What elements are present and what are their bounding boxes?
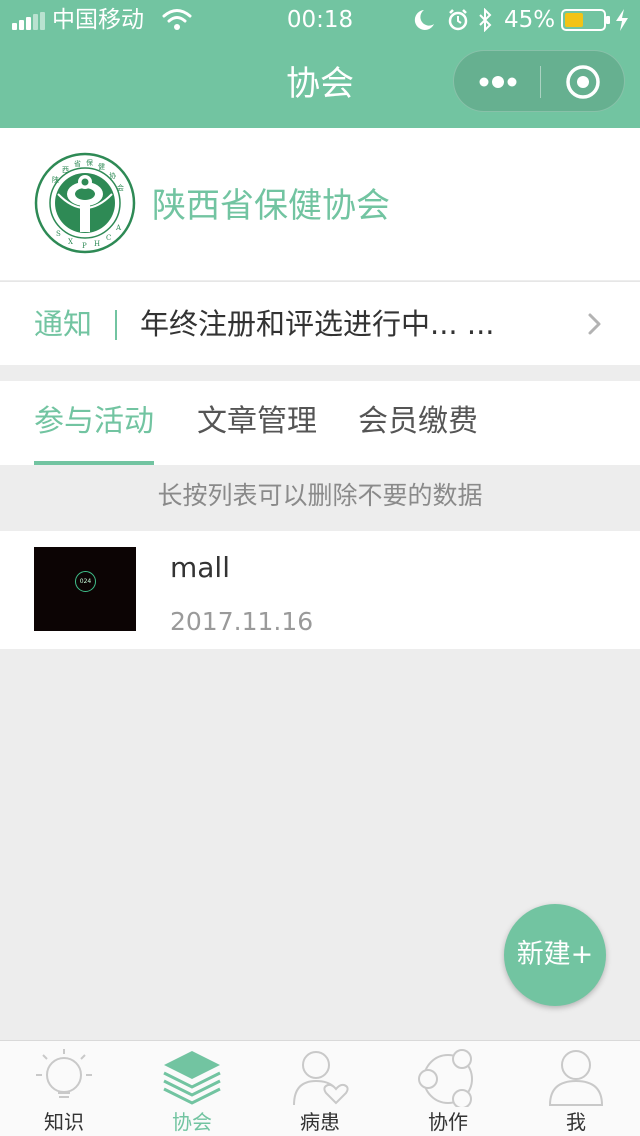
new-button[interactable]: 新建+ (504, 904, 606, 1006)
collaborate-icon (418, 1049, 473, 1107)
item-thumbnail: 024 (34, 547, 136, 631)
svg-text:协: 协 (109, 171, 116, 180)
notice-text[interactable]: 年终注册和评选进行中... ... (140, 304, 495, 344)
tabbar-item-knowledge[interactable]: 知识 (0, 1041, 128, 1136)
moon-icon (414, 10, 434, 30)
tabbar-label: 协会 (172, 1110, 212, 1134)
chevron-right-icon[interactable] (585, 310, 605, 338)
mini-program-capsule (453, 50, 625, 112)
alarm-icon (448, 9, 468, 31)
svg-text:陕: 陕 (52, 175, 59, 184)
organization-name: 陕西省保健协会 (152, 186, 390, 226)
status-bar: 中国移动 00:18 45% (0, 0, 640, 40)
bulb-icon (36, 1049, 92, 1098)
bottom-tab-bar: 知识 协会 病患 协作 我 (0, 1040, 640, 1136)
svg-text:健: 健 (98, 162, 105, 171)
svg-text:会: 会 (117, 183, 124, 192)
tabbar-item-association[interactable]: 协会 (128, 1041, 256, 1136)
svg-text:西: 西 (62, 166, 69, 174)
svg-text:保: 保 (86, 158, 93, 167)
organization-header: 陕西省 保健协会 SX P HCA 陕西省保健协会 (0, 128, 640, 280)
tabbar-label: 我 (566, 1110, 586, 1134)
close-target-icon[interactable] (560, 63, 606, 101)
item-title: mall (170, 551, 230, 584)
list-item[interactable]: 024 mall 2017.11.16 (0, 531, 640, 649)
battery-icon (561, 9, 610, 31)
svg-text:A: A (115, 224, 122, 232)
tabbar-item-collaborate[interactable]: 协作 (384, 1041, 512, 1136)
tabbar-item-me[interactable]: 我 (512, 1041, 640, 1136)
battery-percent: 45% (504, 7, 556, 33)
user-icon (548, 1050, 604, 1106)
tabbar-label: 知识 (44, 1110, 84, 1134)
svg-text:X: X (68, 238, 73, 246)
layers-icon (163, 1051, 221, 1105)
hint-text: 长按列表可以删除不要的数据 (157, 481, 483, 510)
association-logo: 陕西省 保健协会 SX P HCA (34, 152, 136, 254)
tabbar-item-patients[interactable]: 病患 (256, 1041, 384, 1136)
tabbar-label: 病患 (300, 1110, 340, 1134)
notice-bar[interactable]: 通知 年终注册和评选进行中... ... (0, 281, 640, 365)
charging-icon (616, 9, 628, 31)
status-icons (414, 8, 492, 32)
bluetooth-icon (479, 8, 492, 32)
tabbar-label: 协作 (428, 1110, 468, 1134)
item-date: 2017.11.16 (170, 607, 314, 636)
patient-icon (293, 1051, 349, 1106)
thumbnail-logo: 024 (75, 571, 96, 592)
notice-divider (115, 310, 117, 340)
svg-text:H: H (94, 240, 100, 248)
navigation-bar: 协会 (0, 40, 640, 128)
segment-tabs: 参与活动 文章管理 会员缴费 (0, 381, 640, 465)
capsule-divider (540, 66, 541, 98)
svg-text:S: S (56, 230, 61, 238)
active-tab-indicator (34, 461, 154, 465)
svg-text:省: 省 (74, 159, 81, 168)
notice-label: 通知 (34, 307, 93, 341)
tab-participate-activities[interactable]: 参与活动 (34, 401, 154, 443)
svg-text:C: C (106, 234, 111, 242)
tab-membership-fee[interactable]: 会员缴费 (358, 401, 478, 443)
svg-text:P: P (82, 242, 87, 250)
more-icon[interactable] (474, 63, 522, 101)
tab-article-management[interactable]: 文章管理 (197, 401, 317, 443)
